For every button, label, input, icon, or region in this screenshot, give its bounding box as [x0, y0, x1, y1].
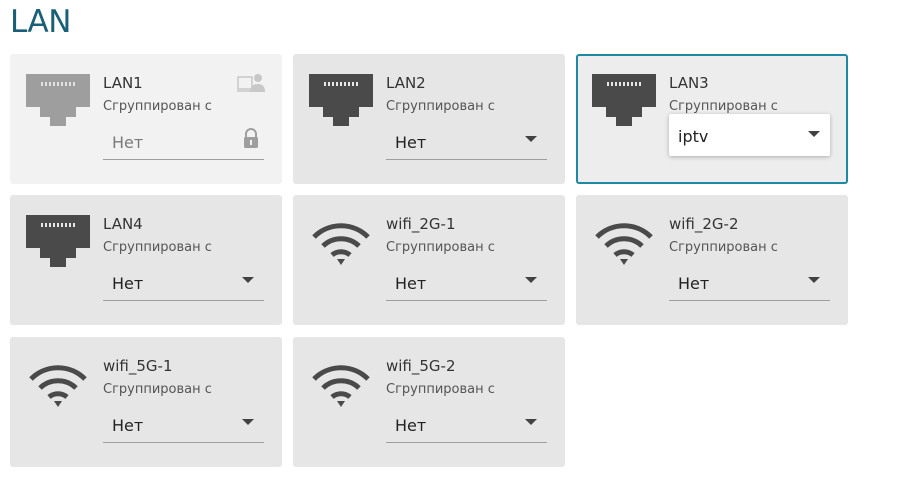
group-select-value: Нет — [678, 274, 710, 293]
group-select-value: Нет — [112, 416, 144, 435]
group-label: Сгруппирован с — [103, 382, 212, 397]
group-select[interactable]: Нет — [386, 124, 547, 160]
port-name: LAN2 — [386, 74, 426, 92]
port-name: wifi_5G-2 — [386, 357, 456, 375]
group-select[interactable]: Нет — [386, 265, 547, 301]
group-select-value: iptv — [678, 127, 709, 146]
group-label: Сгруппирован с — [103, 99, 212, 114]
group-select-value: Нет — [112, 274, 144, 293]
group-select[interactable]: Нет — [669, 265, 830, 301]
caret-down-icon — [808, 277, 820, 283]
caret-down-icon — [525, 277, 537, 283]
port-card-lan4: LAN4 Сгруппирован с Нет — [10, 195, 282, 325]
group-select: Нет — [103, 124, 264, 160]
group-label: Сгруппирован с — [103, 240, 212, 255]
group-label: Сгруппирован с — [386, 382, 495, 397]
port-card-wifi-2g-2: wifi_2G-2 Сгруппирован с Нет — [576, 195, 848, 325]
port-name: LAN4 — [103, 215, 143, 233]
lock-icon — [242, 128, 260, 148]
port-name: wifi_5G-1 — [103, 357, 173, 375]
caret-down-icon — [525, 136, 537, 142]
page-title: LAN — [10, 4, 71, 40]
group-select-value: Нет — [395, 416, 427, 435]
ethernet-port-icon — [26, 215, 90, 267]
caret-down-icon — [242, 277, 254, 283]
group-select[interactable]: iptv — [669, 114, 830, 156]
caret-down-icon — [525, 419, 537, 425]
wifi-icon — [592, 215, 656, 267]
port-card-lan3: LAN3 Сгруппирован с iptv — [576, 54, 848, 184]
port-card-wifi-2g-1: wifi_2G-1 Сгруппирован с Нет — [293, 195, 565, 325]
port-name: wifi_2G-2 — [669, 215, 739, 233]
group-label: Сгруппирован с — [669, 240, 778, 255]
port-name: LAN1 — [103, 74, 143, 92]
wifi-icon — [309, 357, 373, 409]
caret-down-icon — [808, 131, 820, 137]
group-select[interactable]: Нет — [103, 265, 264, 301]
ethernet-port-icon — [26, 74, 90, 126]
group-select-value: Нет — [395, 133, 427, 152]
port-name: wifi_2G-1 — [386, 215, 456, 233]
group-label: Сгруппирован с — [669, 99, 778, 114]
port-card-wifi-5g-2: wifi_5G-2 Сгруппирован с Нет — [293, 337, 565, 467]
caret-down-icon — [242, 419, 254, 425]
group-select[interactable]: Нет — [386, 407, 547, 443]
ethernet-port-icon — [309, 74, 373, 126]
port-card-wifi-5g-1: wifi_5G-1 Сгруппирован с Нет — [10, 337, 282, 467]
group-select[interactable]: Нет — [103, 407, 264, 443]
ethernet-port-icon — [592, 74, 656, 126]
wifi-icon — [309, 215, 373, 267]
port-name: LAN3 — [669, 74, 709, 92]
group-label: Сгруппирован с — [386, 240, 495, 255]
group-select-value: Нет — [112, 133, 144, 152]
group-label: Сгруппирован с — [386, 99, 495, 114]
port-card-lan1: LAN1 Сгруппирован с Нет — [10, 54, 282, 184]
port-card-lan2: LAN2 Сгруппирован с Нет — [293, 54, 565, 184]
account-icon — [237, 72, 265, 94]
group-select-value: Нет — [395, 274, 427, 293]
wifi-icon — [26, 357, 90, 409]
